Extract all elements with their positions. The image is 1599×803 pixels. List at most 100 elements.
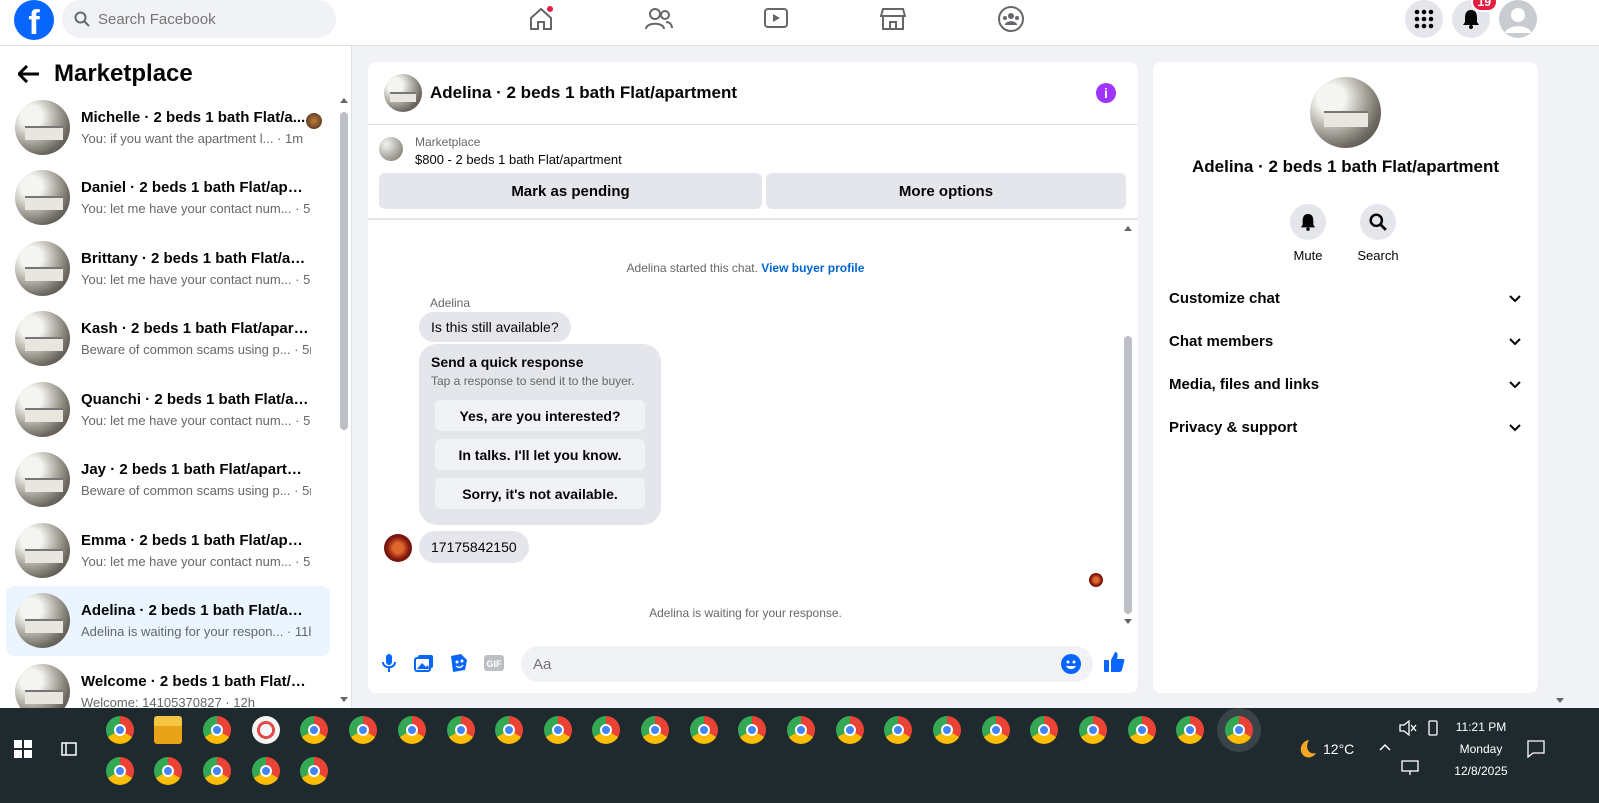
clock-time[interactable]: 11:21 PM: [1446, 720, 1516, 734]
windows-start-icon[interactable]: [14, 740, 32, 758]
chrome-profile-icon[interactable]: [349, 716, 377, 744]
incoming-message-bubble[interactable]: Is this still available?: [419, 312, 571, 342]
page-scroll-down-icon[interactable]: [1555, 697, 1565, 705]
conversation-item-quanchi[interactable]: Quanchi · 2 beds 1 bath Flat/apa... You: …: [6, 374, 330, 445]
chrome-profile-icon[interactable]: [982, 716, 1010, 744]
conversation-item-jay[interactable]: Jay · 2 beds 1 bath Flat/apartment Beware…: [6, 445, 330, 516]
groups-icon[interactable]: [993, 4, 1029, 34]
info-icon[interactable]: i: [1096, 83, 1116, 103]
chat-members-section[interactable]: Chat members: [1169, 333, 1521, 350]
moon-weather-icon[interactable]: [1295, 738, 1317, 760]
chrome-profile-icon[interactable]: [641, 716, 669, 744]
search-input[interactable]: [98, 10, 298, 28]
microphone-icon[interactable]: [378, 652, 400, 674]
privacy-support-section[interactable]: Privacy & support: [1169, 419, 1521, 436]
conversation-name: Adelina · 2 beds 1 bath Flat/apar...: [81, 602, 311, 620]
quick-response-button[interactable]: Yes, are you interested?: [435, 400, 645, 431]
chrome-profile-icon[interactable]: [495, 716, 523, 744]
more-options-button[interactable]: More options: [766, 173, 1126, 209]
friends-icon[interactable]: [641, 4, 677, 34]
conversation-item-brittany[interactable]: Brittany · 2 beds 1 bath Flat/apa... You:…: [6, 233, 330, 304]
conversation-item-welcome[interactable]: Welcome · 2 beds 1 bath Flat/ap... Welcom…: [6, 656, 330, 708]
chrome-profile-icon[interactable]: [203, 757, 231, 785]
chrome-profile-icon[interactable]: [738, 716, 766, 744]
chrome-profile-icon[interactable]: [154, 757, 182, 785]
chrome-profile-icon[interactable]: [252, 757, 280, 785]
gif-icon[interactable]: GIF: [483, 652, 505, 674]
back-arrow-icon[interactable]: [18, 65, 40, 83]
video-icon[interactable]: [758, 4, 794, 34]
photo-icon[interactable]: [413, 652, 435, 674]
chrome-active-profile-icon[interactable]: [1225, 716, 1253, 744]
chrome-profile-icon[interactable]: [447, 716, 475, 744]
chrome-profile-icon[interactable]: [300, 757, 328, 785]
task-view-icon[interactable]: [60, 740, 78, 758]
chrome-profile-icon[interactable]: [398, 716, 426, 744]
network-icon[interactable]: [1401, 760, 1419, 776]
chat-scroll-down-icon[interactable]: [1123, 618, 1133, 626]
chrome-profile-icon[interactable]: [1128, 716, 1156, 744]
chat-scrollbar[interactable]: [1124, 336, 1132, 614]
like-thumb-icon[interactable]: [1103, 651, 1125, 673]
listing-small-thumbnail: [379, 137, 403, 161]
marketplace-icon[interactable]: [875, 4, 911, 34]
emoji-icon[interactable]: [1061, 654, 1081, 674]
chat-scroll-up-icon[interactable]: [1123, 224, 1133, 232]
speaker-muted-icon[interactable]: [1399, 720, 1417, 736]
search-chat-button[interactable]: Search: [1348, 204, 1408, 263]
chrome-profile-icon[interactable]: [300, 716, 328, 744]
chrome-profile-icon[interactable]: [933, 716, 961, 744]
conversation-preview: Beware of common scams using p... · 5m: [81, 342, 311, 358]
chrome-profile-icon[interactable]: [1030, 716, 1058, 744]
chrome-profile-icon[interactable]: [884, 716, 912, 744]
message-input-box[interactable]: [521, 646, 1093, 682]
chrome-profile-icon[interactable]: [203, 716, 231, 744]
chevron-up-icon[interactable]: [1379, 743, 1391, 751]
view-buyer-profile-link[interactable]: View buyer profile: [761, 261, 864, 275]
clock-date[interactable]: 12/8/2025: [1446, 764, 1516, 778]
home-icon[interactable]: [523, 4, 559, 34]
conversation-item-michelle[interactable]: Michelle · 2 beds 1 bath Flat/a... You: i…: [6, 92, 330, 163]
conversation-item-emma[interactable]: Emma · 2 beds 1 bath Flat/apart... You: l…: [6, 515, 330, 586]
chrome-profile-icon[interactable]: [787, 716, 815, 744]
conversation-item-daniel[interactable]: Daniel · 2 beds 1 bath Flat/apart... You:…: [6, 163, 330, 234]
chrome-profile-icon[interactable]: [544, 716, 572, 744]
chevron-down-icon: [1509, 380, 1521, 388]
chrome-icon[interactable]: [106, 716, 134, 744]
clock-day[interactable]: Monday: [1446, 742, 1516, 756]
scroll-up-arrow-icon[interactable]: [339, 96, 349, 104]
message-sender-name: Adelina: [430, 296, 471, 310]
customize-chat-section[interactable]: Customize chat: [1169, 290, 1521, 307]
file-explorer-icon[interactable]: [154, 716, 182, 744]
listing-price[interactable]: $800 - 2 beds 1 bath Flat/apartment: [415, 152, 622, 167]
sticker-icon[interactable]: [448, 652, 470, 674]
grid-icon: [1414, 9, 1434, 29]
quick-response-button[interactable]: In talks. I'll let you know.: [435, 439, 645, 470]
device-icon[interactable]: [1425, 720, 1441, 736]
menu-grid-button[interactable]: [1405, 0, 1443, 38]
search-box[interactable]: [62, 0, 336, 38]
chrome-profile-icon[interactable]: [1079, 716, 1107, 744]
message-input[interactable]: [521, 646, 1041, 682]
mute-button[interactable]: Mute: [1278, 204, 1338, 263]
notification-center-icon[interactable]: [1527, 740, 1545, 758]
mark-as-pending-button[interactable]: Mark as pending: [379, 173, 762, 209]
chrome-profile-icon[interactable]: [1176, 716, 1204, 744]
notifications-button[interactable]: 19: [1452, 0, 1498, 38]
conversation-item-kash[interactable]: Kash · 2 beds 1 bath Flat/apartm... Bewar…: [6, 304, 330, 375]
chat-title[interactable]: Adelina · 2 beds 1 bath Flat/apartment: [430, 83, 737, 103]
incoming-message-bubble[interactable]: 17175842150: [419, 531, 529, 563]
chrome-profile-icon[interactable]: [592, 716, 620, 744]
conversation-item-adelina[interactable]: Adelina · 2 beds 1 bath Flat/apar... Adel…: [6, 585, 330, 656]
facebook-logo[interactable]: f: [14, 0, 54, 40]
chrome-profile-icon[interactable]: [690, 716, 718, 744]
account-button[interactable]: [1499, 0, 1537, 38]
paint-app-icon[interactable]: [252, 716, 280, 744]
media-files-links-section[interactable]: Media, files and links: [1169, 376, 1521, 393]
temperature[interactable]: 12°C: [1323, 741, 1354, 757]
conversation-list-scrollbar[interactable]: [340, 112, 348, 430]
chrome-profile-icon[interactable]: [106, 757, 134, 785]
scroll-down-arrow-icon[interactable]: [339, 696, 349, 704]
quick-response-button[interactable]: Sorry, it's not available.: [435, 478, 645, 509]
chrome-profile-icon[interactable]: [836, 716, 864, 744]
